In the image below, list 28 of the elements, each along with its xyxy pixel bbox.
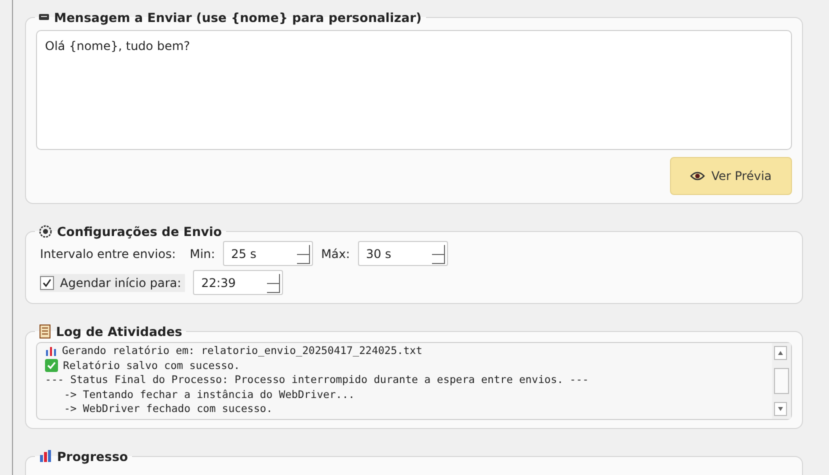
eye-icon [690,171,706,181]
scroll-icon [39,324,51,338]
panel-title: Configurações de Envio [57,224,222,238]
panel-title: Progresso [57,448,128,464]
interval-label: Intervalo entre envios: [40,246,176,260]
preview-button[interactable]: Ver Prévia [670,157,792,195]
bar-chart-icon [45,345,57,358]
schedule-checkbox[interactable] [40,276,54,290]
scroll-up-icon[interactable] [774,346,787,360]
message-text: Olá {nome}, tudo bem? [45,39,190,53]
panel-title: Log de Atividades [56,324,182,338]
message-field[interactable]: Olá {nome}, tudo bem? [36,30,792,150]
max-label: Máx: [321,246,350,260]
log-line: Gerando relatório em: relatorio_envio_20250417_224025.txt [62,344,422,358]
check-icon [45,359,58,372]
panel-title: Mensagem a Enviar (use {nome} para personalizar) [54,10,422,24]
scrollbar[interactable] [772,343,791,419]
log-line: -> WebDriver fechado com sucesso. [62,402,273,416]
scroll-down-icon[interactable] [774,402,787,416]
bar-chart-icon [39,450,52,462]
log-line: Relatório salvo com sucesso. [63,358,240,373]
log-line: -> Tentando fechar a instância do WebDriver... [62,388,355,402]
gear-icon [39,224,52,238]
time-spinbox[interactable]: 22:39 [193,270,284,295]
log-line: --- Status Final do Processo: Processo interrompido durante a espera entre envios. --- [45,373,589,388]
min-label: Min: [190,246,216,260]
max-spinbox[interactable]: 30 s [358,241,448,266]
min-spinbox[interactable]: 25 s [223,241,314,266]
